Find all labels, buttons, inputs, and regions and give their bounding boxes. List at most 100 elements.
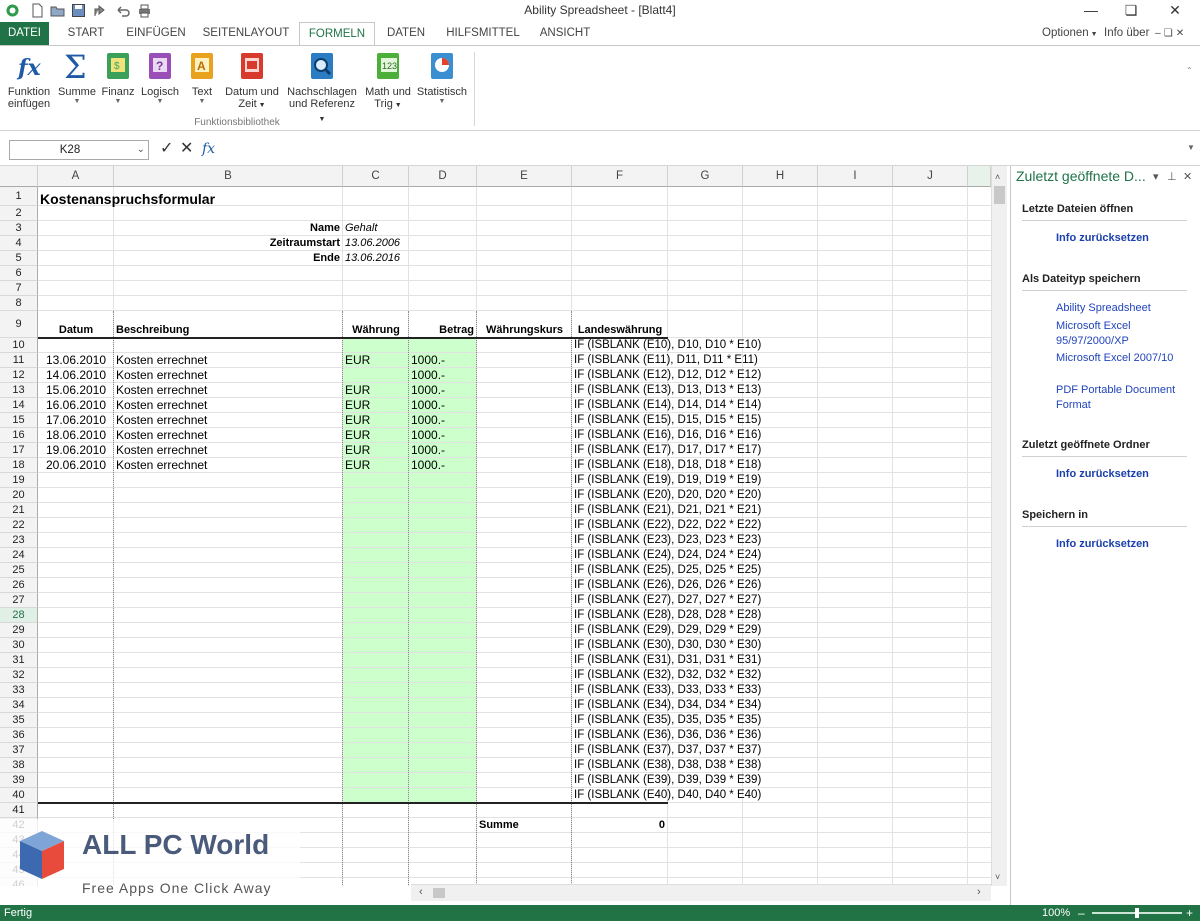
- math-trig-button[interactable]: 123 Math und Trig ▼: [362, 50, 414, 112]
- tab-data[interactable]: DATEN: [380, 22, 432, 45]
- row-header-33[interactable]: 33: [0, 683, 38, 698]
- row-header-22[interactable]: 22: [0, 518, 38, 533]
- tab-file[interactable]: DATEI: [0, 22, 49, 45]
- row-header-8[interactable]: 8: [0, 296, 38, 311]
- scroll-down-icon[interactable]: ˅: [995, 872, 1000, 882]
- zoom-in-icon[interactable]: +: [1186, 905, 1193, 921]
- pane-link[interactable]: Ability Spreadsheet: [1056, 301, 1186, 316]
- row-header-37[interactable]: 37: [0, 743, 38, 758]
- row-header-1[interactable]: 1: [0, 187, 38, 206]
- column-header-d[interactable]: D: [409, 166, 477, 187]
- horizontal-scrollbar[interactable]: ‹ ›: [411, 884, 991, 901]
- pane-link[interactable]: Info zurücksetzen: [1056, 231, 1186, 246]
- zoom-slider-thumb[interactable]: [1135, 908, 1139, 918]
- cancel-icon[interactable]: ✕: [180, 140, 193, 158]
- row-header-27[interactable]: 27: [0, 593, 38, 608]
- row-header-10[interactable]: 10: [0, 338, 38, 353]
- row-header-5[interactable]: 5: [0, 251, 38, 266]
- column-header-b[interactable]: B: [114, 166, 343, 187]
- row-header-31[interactable]: 31: [0, 653, 38, 668]
- expand-formula-icon[interactable]: ▼: [1187, 143, 1195, 152]
- row-header-38[interactable]: 38: [0, 758, 38, 773]
- row-header-26[interactable]: 26: [0, 578, 38, 593]
- vertical-scrollbar[interactable]: ˄ ˅: [991, 166, 1007, 886]
- pane-menu-icon[interactable]: ▾: [1153, 170, 1159, 183]
- minimize-button[interactable]: —: [1071, 0, 1111, 22]
- formula-input[interactable]: [222, 140, 1182, 160]
- options-menu[interactable]: Optionen ▼: [1042, 22, 1098, 45]
- row-header-7[interactable]: 7: [0, 281, 38, 296]
- row-header-17[interactable]: 17: [0, 443, 38, 458]
- row-header-29[interactable]: 29: [0, 623, 38, 638]
- pane-link[interactable]: PDF Portable Document Format: [1056, 383, 1186, 413]
- row-header-21[interactable]: 21: [0, 503, 38, 518]
- tab-page-layout[interactable]: SEITENLAYOUT: [198, 22, 294, 45]
- row-header-13[interactable]: 13: [0, 383, 38, 398]
- name-box[interactable]: K28 ⌄: [9, 140, 149, 160]
- column-header-h[interactable]: H: [743, 166, 818, 187]
- row-header-34[interactable]: 34: [0, 698, 38, 713]
- column-header-j[interactable]: J: [893, 166, 968, 187]
- row-header-25[interactable]: 25: [0, 563, 38, 578]
- row-header-36[interactable]: 36: [0, 728, 38, 743]
- scroll-right-icon[interactable]: ›: [977, 886, 981, 898]
- row-header-28[interactable]: 28: [0, 608, 38, 623]
- row-header-30[interactable]: 30: [0, 638, 38, 653]
- statistical-button[interactable]: Statistisch ▼: [415, 50, 469, 106]
- spreadsheet-grid[interactable]: A B C D E F G H I J 1 2 3 4 5 6 7 8 9 10 11 12 13 14 15 16 17 18 19 2…: [0, 166, 991, 886]
- logical-button[interactable]: ? Logisch ▼: [138, 50, 182, 106]
- row-header-16[interactable]: 16: [0, 428, 38, 443]
- row-header-23[interactable]: 23: [0, 533, 38, 548]
- row-header-40[interactable]: 40: [0, 788, 38, 803]
- column-header-f[interactable]: F: [572, 166, 668, 187]
- insert-function-button[interactable]: fx Funktion einfügen: [4, 50, 54, 110]
- pane-link[interactable]: Microsoft Excel 2007/10: [1056, 351, 1186, 366]
- row-header-9[interactable]: 9: [0, 311, 38, 338]
- row-header-24[interactable]: 24: [0, 548, 38, 563]
- row-header-3[interactable]: 3: [0, 221, 38, 236]
- maximize-button[interactable]: ❏: [1111, 0, 1151, 22]
- row-header-19[interactable]: 19: [0, 473, 38, 488]
- row-header-20[interactable]: 20: [0, 488, 38, 503]
- row-header-14[interactable]: 14: [0, 398, 38, 413]
- row-header-35[interactable]: 35: [0, 713, 38, 728]
- row-header-41[interactable]: 41: [0, 803, 38, 818]
- pane-close-icon[interactable]: ✕: [1183, 170, 1192, 183]
- accept-icon[interactable]: ✓: [160, 140, 173, 158]
- tab-tools[interactable]: HILFSMITTEL: [440, 22, 526, 45]
- sum-button[interactable]: Σ Summe ▼: [56, 48, 98, 106]
- text-button[interactable]: A Text ▼: [185, 50, 219, 106]
- pane-link[interactable]: Info zurücksetzen: [1056, 467, 1186, 482]
- row-header-4[interactable]: 4: [0, 236, 38, 251]
- pane-link[interactable]: Info zurücksetzen: [1056, 537, 1186, 552]
- scroll-left-icon[interactable]: ‹: [419, 886, 423, 898]
- tab-insert[interactable]: EINFÜGEN: [120, 22, 192, 45]
- close-button[interactable]: ✕: [1155, 0, 1195, 22]
- tab-view[interactable]: ANSICHT: [532, 22, 598, 45]
- lookup-reference-button[interactable]: Nachschlagen und Referenz ▼: [285, 50, 359, 126]
- column-header-c[interactable]: C: [343, 166, 409, 187]
- date-time-button[interactable]: Datum und Zeit ▼: [222, 50, 282, 112]
- function-wizard-icon[interactable]: fx: [202, 140, 215, 158]
- zoom-out-icon[interactable]: –: [1078, 905, 1085, 921]
- column-header-i[interactable]: I: [818, 166, 893, 187]
- tab-start[interactable]: START: [57, 22, 115, 45]
- scroll-thumb[interactable]: [994, 186, 1005, 204]
- corner-select-all[interactable]: [0, 166, 38, 187]
- scroll-up-icon[interactable]: ˄: [995, 172, 1000, 182]
- row-header-32[interactable]: 32: [0, 668, 38, 683]
- collapse-ribbon-icon[interactable]: ⌃: [1186, 66, 1193, 75]
- row-header-15[interactable]: 15: [0, 413, 38, 428]
- row-header-2[interactable]: 2: [0, 206, 38, 221]
- hscroll-thumb[interactable]: [433, 888, 445, 898]
- row-header-11[interactable]: 11: [0, 353, 38, 368]
- about-menu[interactable]: Info über –❏✕: [1104, 22, 1187, 45]
- column-header-e[interactable]: E: [477, 166, 572, 187]
- column-header-g[interactable]: G: [668, 166, 743, 187]
- pin-icon[interactable]: ⊥: [1167, 170, 1177, 183]
- tab-formulas[interactable]: FORMELN: [299, 22, 375, 46]
- finance-button[interactable]: $ Finanz ▼: [100, 50, 136, 106]
- pane-link[interactable]: Microsoft Excel 95/97/2000/XP: [1056, 319, 1186, 349]
- column-header-a[interactable]: A: [38, 166, 114, 187]
- row-header-18[interactable]: 18: [0, 458, 38, 473]
